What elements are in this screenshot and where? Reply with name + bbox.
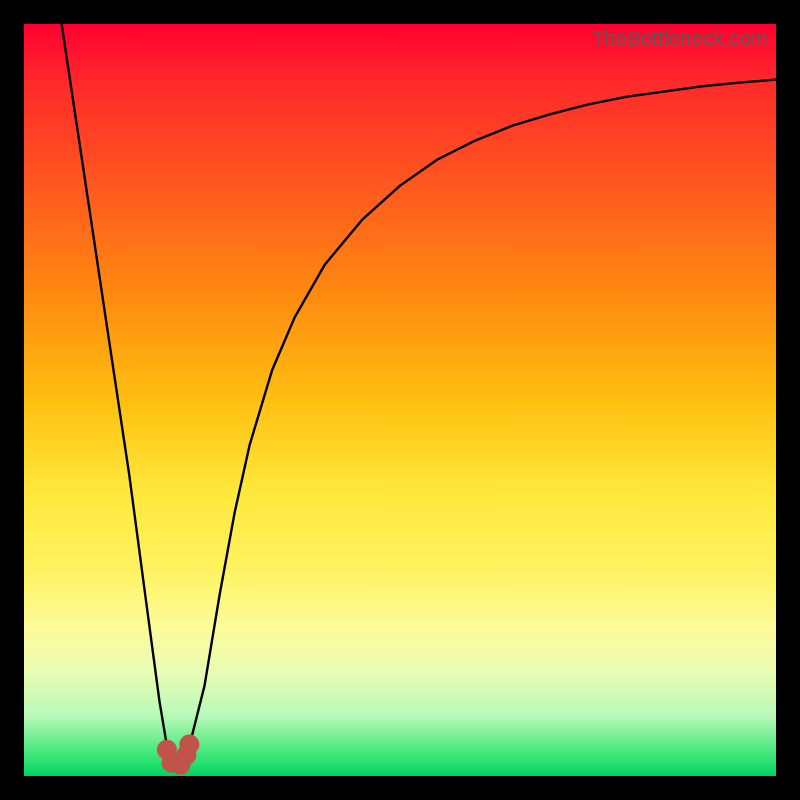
curve-markers [157, 734, 200, 774]
bottleneck-curve [62, 24, 776, 761]
curve-layer [24, 24, 776, 776]
chart-frame: TheBottleneck.com [0, 0, 800, 800]
plot-area: TheBottleneck.com [24, 24, 776, 776]
point-5 [179, 734, 199, 754]
